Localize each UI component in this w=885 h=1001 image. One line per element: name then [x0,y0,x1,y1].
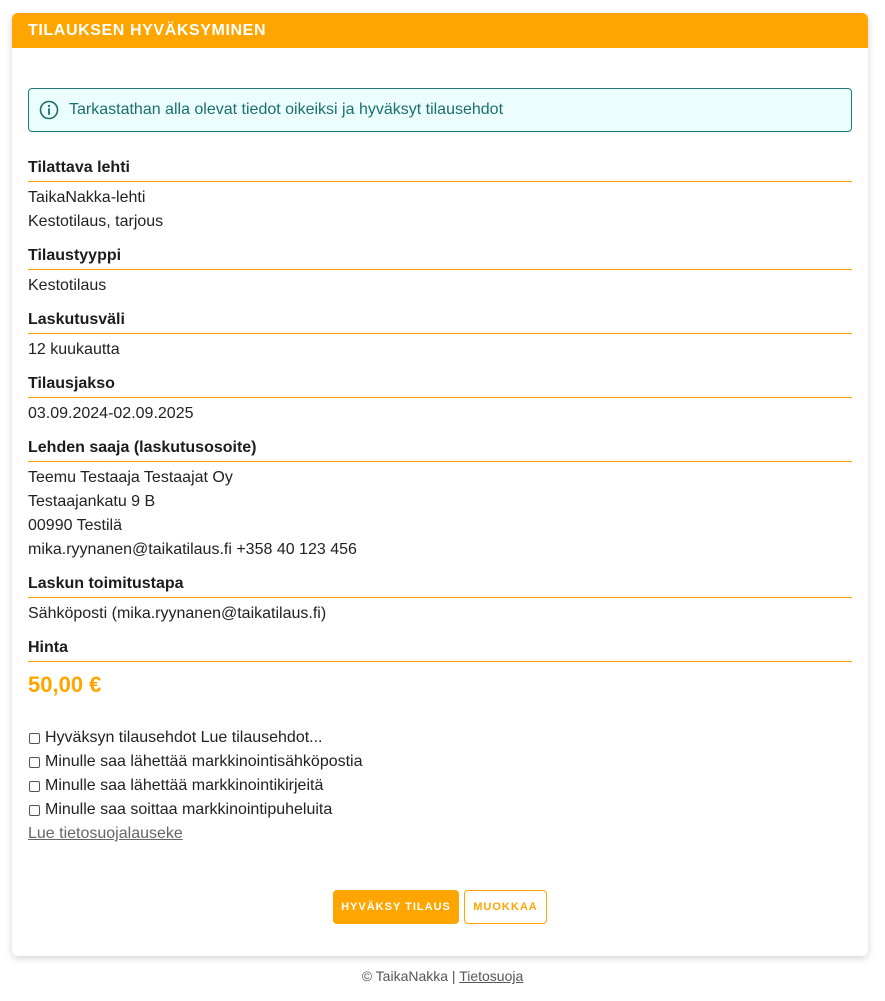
section-period: Tilausjakso 03.09.2024-02.09.2025 [28,374,852,426]
info-alert: Tarkastathan alla olevat tiedot oikeiksi… [28,88,852,132]
approve-order-button[interactable]: HYVÄKSY TILAUS [333,890,459,924]
footer-copyright: © TaikaNakka | [361,968,456,984]
recipient-city: 00990 Testilä [28,517,122,534]
page-title: TILAUKSEN HYVÄKSYMINEN [12,13,868,48]
checkbox-label: Minulle saa soittaa markkinointipuheluit… [45,801,333,818]
magazine-offer: Kestotilaus, tarjous [28,213,164,230]
action-buttons: HYVÄKSY TILAUS MUOKKAA [12,890,868,924]
info-icon [39,100,59,120]
accept-terms-row[interactable]: Hyväksyn tilausehdot Lue tilausehdot... [28,726,852,750]
accept-terms-checkbox[interactable] [29,732,40,744]
alert-text: Tarkastathan alla olevat tiedot oikeiksi… [69,101,504,118]
footer-privacy-link[interactable]: Tietosuoja [459,968,523,984]
section-recipient: Lehden saaja (laskutusosoite) Teemu Test… [28,438,852,562]
section-title: Lehden saaja (laskutusosoite) [28,438,852,462]
marketing-letters-checkbox[interactable] [29,780,40,792]
billing-interval-value: 12 kuukautta [28,341,120,358]
invoice-delivery-value: Sähköposti (mika.ryynanen@taikatilaus.fi… [28,605,327,622]
marketing-letters-row[interactable]: Minulle saa lähettää markkinointikirjeit… [28,774,852,798]
footer: © TaikaNakka | Tietosuoja [0,968,885,984]
section-title: Tilattava lehti [28,158,852,182]
checkbox-label: Hyväksyn tilausehdot Lue tilausehdot... [45,729,323,746]
section-order-type: Tilaustyyppi Kestotilaus [28,246,852,298]
magazine-name: TaikaNakka-lehti [28,189,146,206]
checkbox-label: Minulle saa lähettää markkinointisähköpo… [45,753,363,770]
section-title: Laskutusväli [28,310,852,334]
edit-button[interactable]: MUOKKAA [464,890,547,924]
checkbox-label: Minulle saa lähettää markkinointikirjeit… [45,777,324,794]
section-title: Laskun toimitustapa [28,574,852,598]
recipient-street: Testaajankatu 9 B [28,493,156,510]
consent-checkboxes: Hyväksyn tilausehdot Lue tilausehdot... … [28,726,852,846]
order-type-value: Kestotilaus [28,277,107,294]
marketing-calls-checkbox[interactable] [29,804,40,816]
section-title: Hinta [28,638,852,662]
recipient-contact: mika.ryynanen@taikatilaus.fi +358 40 123… [28,541,357,558]
recipient-name: Teemu Testaaja Testaajat Oy [28,469,233,486]
section-price: Hinta 50,00 € [28,638,852,698]
period-value: 03.09.2024-02.09.2025 [28,405,194,422]
price-value: 50,00 € [28,672,102,697]
section-title: Tilausjakso [28,374,852,398]
marketing-calls-row[interactable]: Minulle saa soittaa markkinointipuheluit… [28,798,852,822]
section-billing-interval: Laskutusväli 12 kuukautta [28,310,852,362]
privacy-statement-link[interactable]: Lue tietosuojalauseke [28,822,183,846]
order-confirmation-card: TILAUKSEN HYVÄKSYMINEN Tarkastathan alla… [12,13,868,956]
marketing-email-row[interactable]: Minulle saa lähettää markkinointisähköpo… [28,750,852,774]
section-title: Tilaustyyppi [28,246,852,270]
section-magazine: Tilattava lehti TaikaNakka-lehti Kestoti… [28,158,852,234]
section-invoice-delivery: Laskun toimitustapa Sähköposti (mika.ryy… [28,574,852,626]
marketing-email-checkbox[interactable] [29,756,40,768]
